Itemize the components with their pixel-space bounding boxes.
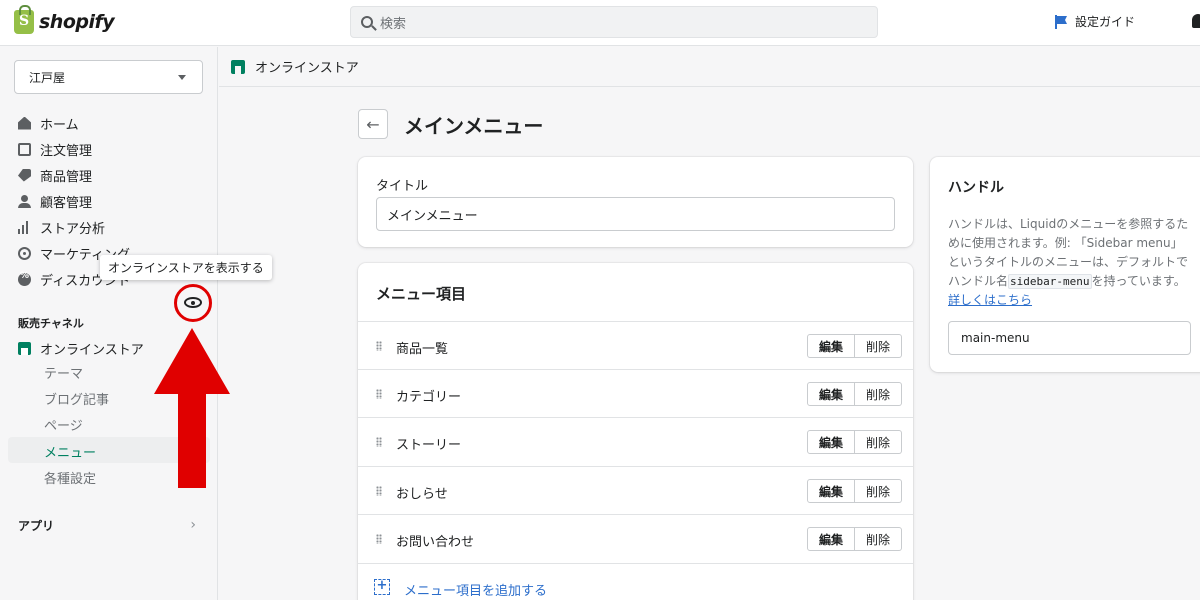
sidebar-item-label: 商品管理 xyxy=(40,169,93,185)
title-label: タイトル xyxy=(376,179,429,194)
setup-guide-button[interactable]: 設定ガイド xyxy=(1055,13,1135,30)
eye-icon xyxy=(184,297,202,308)
orders-icon xyxy=(18,142,31,156)
menu-item-label: ストーリー xyxy=(396,438,462,453)
add-menu-item-button[interactable]: + メニュー項目を追加する xyxy=(358,563,913,600)
sidebar-subitem-blog[interactable]: ブログ記事 xyxy=(44,389,109,408)
drag-handle-icon[interactable] xyxy=(376,389,382,399)
handle-input[interactable]: main-menu xyxy=(948,321,1191,355)
title-card: タイトル メインメニュー xyxy=(358,157,913,247)
menu-item-row[interactable]: お問い合わせ 編集 削除 xyxy=(358,514,913,562)
sidebar-item-label: アプリ xyxy=(18,519,55,533)
discount-icon xyxy=(18,271,31,286)
sidebar-item-orders[interactable]: 注文管理 xyxy=(18,139,92,159)
handle-desc-text: を持っています。 xyxy=(1091,274,1186,288)
top-bar: S shopify 検索 設定ガイド xyxy=(0,0,1200,46)
sidebar-subitem-pages[interactable]: ページ xyxy=(44,415,83,434)
sidebar-item-customers[interactable]: 顧客管理 xyxy=(18,191,92,211)
drag-handle-icon[interactable] xyxy=(376,341,382,351)
tag-icon xyxy=(18,168,31,182)
store-icon xyxy=(18,341,31,355)
breadcrumb-label[interactable]: オンラインストア xyxy=(255,57,359,76)
marketing-icon xyxy=(18,246,31,260)
menu-item-row[interactable]: 商品一覧 編集 削除 xyxy=(358,321,913,369)
edit-button[interactable]: 編集 xyxy=(806,334,855,358)
user-icon xyxy=(18,194,31,208)
drag-handle-icon[interactable] xyxy=(376,437,382,447)
sidebar-subitem-themes[interactable]: テーマ xyxy=(44,363,83,382)
setup-guide-label: 設定ガイド xyxy=(1075,15,1136,29)
delete-button[interactable]: 削除 xyxy=(854,382,902,406)
learn-more-link[interactable]: 詳しくはこちら xyxy=(948,293,1032,307)
sidebar-item-online-store[interactable]: オンラインストア xyxy=(18,338,144,358)
sidebar-item-label: オンラインストア xyxy=(40,342,144,358)
chevron-right-icon: › xyxy=(190,517,196,533)
store-name: 江戸屋 xyxy=(29,70,66,85)
delete-button[interactable]: 削除 xyxy=(854,334,902,358)
handle-description: ハンドルは、Liquidのメニューを参照するために使用されます。例: 「Side… xyxy=(948,215,1191,310)
home-icon xyxy=(18,116,31,130)
view-online-store-button[interactable] xyxy=(174,284,212,322)
menu-item-row[interactable]: カテゴリー 編集 削除 xyxy=(358,369,913,417)
sidebar-item-label: ホーム xyxy=(40,117,79,133)
sidebar-item-products[interactable]: 商品管理 xyxy=(18,165,92,185)
sidebar-item-label: ストア分析 xyxy=(40,221,106,237)
menu-item-label: 商品一覧 xyxy=(396,342,449,357)
store-selector[interactable]: 江戸屋 xyxy=(14,60,203,94)
sidebar-subitem-menus[interactable]: メニュー xyxy=(44,442,96,461)
view-store-tooltip: オンラインストアを表示する xyxy=(100,255,272,280)
sidebar-item-label: 注文管理 xyxy=(40,143,93,159)
add-icon: + xyxy=(374,579,390,595)
handle-card: ハンドル ハンドルは、Liquidのメニューを参照するために使用されます。例: … xyxy=(930,157,1200,372)
sidebar-item-apps[interactable]: アプリ › xyxy=(18,517,198,534)
sales-channels-heading: 販売チャネル xyxy=(18,317,84,330)
edit-button[interactable]: 編集 xyxy=(806,527,855,551)
menu-item-row[interactable]: おしらせ 編集 削除 xyxy=(358,466,913,514)
title-input[interactable]: メインメニュー xyxy=(376,197,895,231)
back-button[interactable]: ← xyxy=(358,109,388,139)
menu-item-row[interactable]: ストーリー 編集 削除 xyxy=(358,417,913,465)
handle-example-code: sidebar-menu xyxy=(1008,274,1092,289)
search-icon xyxy=(361,16,373,28)
menu-items-card: メニュー項目 商品一覧 編集 削除 カテゴリー 編集 削除 ストーリー 編集 削… xyxy=(358,263,913,600)
sidebar-item-label: 顧客管理 xyxy=(40,195,93,211)
caret-down-icon xyxy=(178,75,186,80)
sidebar-item-home[interactable]: ホーム xyxy=(18,113,79,133)
menu-item-actions: 編集 削除 xyxy=(806,334,902,358)
red-arrow-annotation xyxy=(154,328,230,488)
edit-button[interactable]: 編集 xyxy=(806,430,855,454)
sidebar-item-analytics[interactable]: ストア分析 xyxy=(18,217,105,237)
menu-item-label: おしらせ xyxy=(396,487,448,502)
menu-item-actions: 編集 削除 xyxy=(806,479,902,503)
logo-text: shopify xyxy=(39,11,115,33)
shopify-bag-icon: S xyxy=(14,5,34,34)
delete-button[interactable]: 削除 xyxy=(854,527,902,551)
menu-item-label: お問い合わせ xyxy=(396,535,475,550)
menu-item-label: カテゴリー xyxy=(396,390,462,405)
page-title: メインメニュー xyxy=(404,114,544,138)
delete-button[interactable]: 削除 xyxy=(854,479,902,503)
sidebar: 江戸屋 ホーム 注文管理 商品管理 顧客管理 ストア分析 マーケティング ディス… xyxy=(0,47,218,600)
delete-button[interactable]: 削除 xyxy=(854,430,902,454)
bell-icon[interactable] xyxy=(1192,14,1200,28)
shopify-logo[interactable]: S shopify xyxy=(14,5,115,34)
menu-item-actions: 編集 削除 xyxy=(806,382,902,406)
menu-items-heading: メニュー項目 xyxy=(376,285,467,303)
store-icon xyxy=(231,59,245,74)
arrow-left-icon: ← xyxy=(366,114,380,134)
breadcrumb: オンラインストア xyxy=(219,47,1200,87)
search-input[interactable]: 検索 xyxy=(350,6,878,38)
add-menu-item-label: メニュー項目を追加する xyxy=(404,584,548,599)
menu-item-actions: 編集 削除 xyxy=(806,430,902,454)
edit-button[interactable]: 編集 xyxy=(806,479,855,503)
analytics-icon xyxy=(18,220,31,234)
drag-handle-icon[interactable] xyxy=(376,534,382,544)
handle-heading: ハンドル xyxy=(948,180,1004,196)
edit-button[interactable]: 編集 xyxy=(806,382,855,406)
sidebar-subitem-preferences[interactable]: 各種設定 xyxy=(44,468,96,487)
drag-handle-icon[interactable] xyxy=(376,486,382,496)
search-placeholder: 検索 xyxy=(380,16,407,32)
menu-item-actions: 編集 削除 xyxy=(806,527,902,551)
flag-icon xyxy=(1055,14,1067,29)
